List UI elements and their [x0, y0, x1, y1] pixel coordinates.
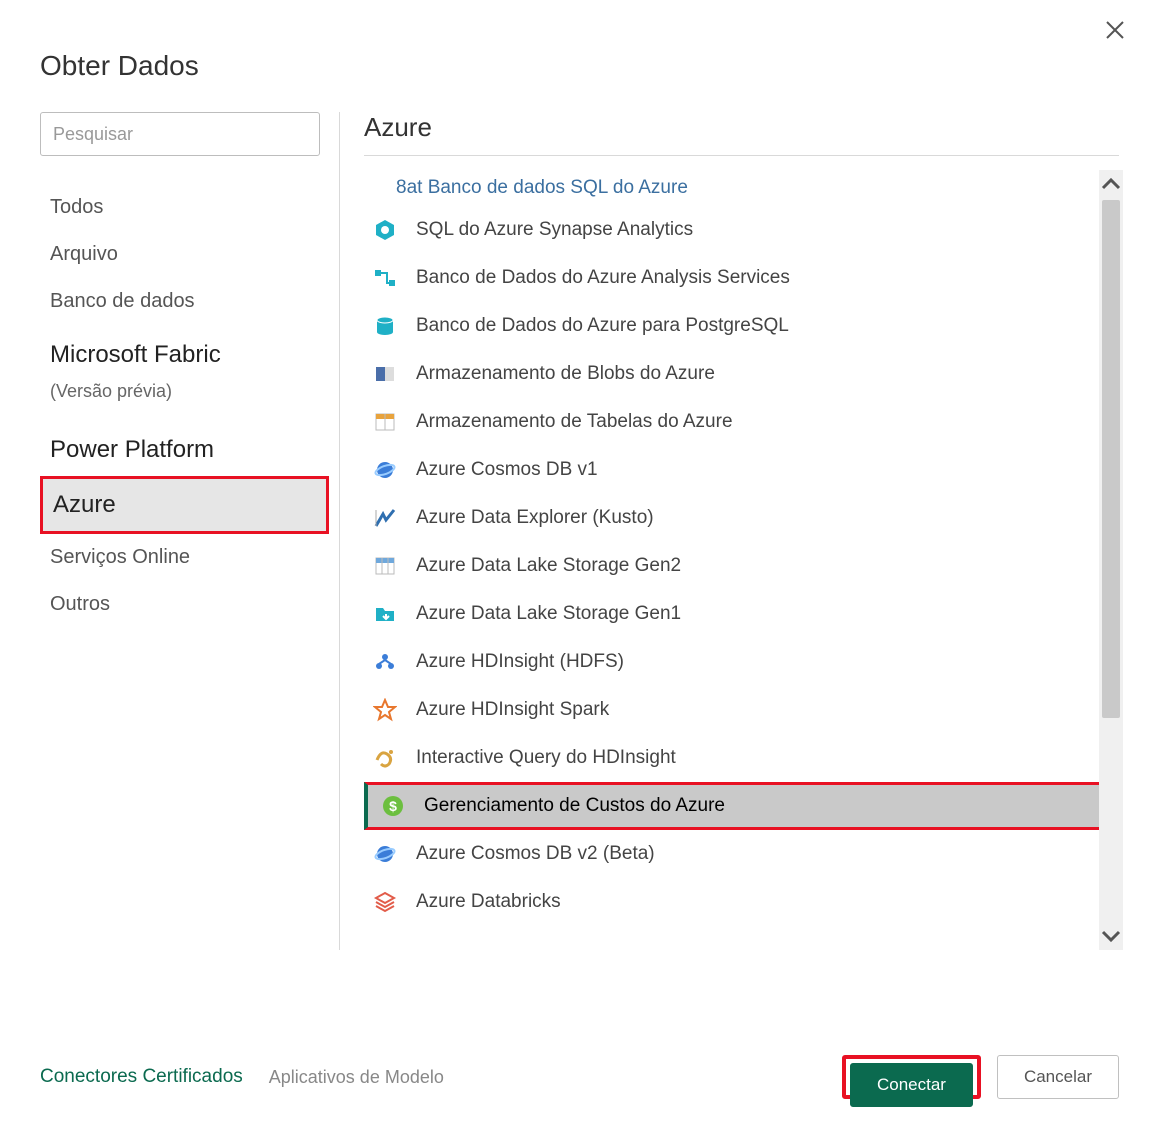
svg-text:$: $ — [389, 798, 397, 814]
list-item-label: Azure Data Lake Storage Gen1 — [416, 603, 681, 625]
list-item[interactable]: Banco de Dados do Azure para PostgreSQL — [364, 302, 1119, 350]
stack-red-icon — [372, 889, 398, 915]
footer: Conectores Certificados Aplicativos de M… — [40, 1055, 1119, 1099]
cosmos-icon — [372, 457, 398, 483]
list-item[interactable]: Azure HDInsight Spark — [364, 686, 1119, 734]
chevron-down-icon — [1099, 923, 1123, 947]
scrollbar-thumb[interactable] — [1102, 200, 1120, 718]
scroll-up-button[interactable] — [1099, 170, 1123, 200]
flow-teal-icon — [372, 265, 398, 291]
list-item-label: SQL do Azure Synapse Analytics — [416, 219, 693, 241]
cosmos-icon — [372, 841, 398, 867]
connect-button-highlight: Conectar — [842, 1055, 981, 1099]
list-item-label: Gerenciamento de Custos do Azure — [424, 795, 725, 817]
scrollbar-track[interactable] — [1099, 200, 1123, 920]
close-button[interactable] — [1103, 18, 1127, 49]
connector-list: 8at Banco de dados SQL do Azure SQL do Az… — [364, 170, 1119, 950]
list-item-label: Banco de Dados do Azure para PostgreSQL — [416, 315, 789, 337]
list-item-label: Azure HDInsight (HDFS) — [416, 651, 624, 673]
list-item[interactable]: Banco de Dados do Azure Analysis Service… — [364, 254, 1119, 302]
list-item[interactable]: Interactive Query do HDInsight — [364, 734, 1119, 782]
sidebar-category-outros[interactable]: Outros — [40, 581, 329, 628]
main-panel: Azure 8at Banco de dados SQL do Azure SQL… — [340, 112, 1119, 950]
sidebar-category-power-platform[interactable]: Power Platform — [40, 420, 329, 476]
scroll-down-button[interactable] — [1099, 920, 1123, 950]
list-item-label: Azure HDInsight Spark — [416, 699, 609, 721]
list-item[interactable]: $ Gerenciamento de Custos do Azure — [364, 782, 1119, 830]
list-item[interactable]: SQL do Azure Synapse Analytics — [364, 206, 1119, 254]
cluster-blue-icon — [372, 649, 398, 675]
list-item[interactable]: Azure HDInsight (HDFS) — [364, 638, 1119, 686]
list-item[interactable]: Azure Cosmos DB v1 — [364, 446, 1119, 494]
list-item[interactable]: Azure Data Lake Storage Gen1 — [364, 590, 1119, 638]
list-item[interactable]: Azure Data Explorer (Kusto) — [364, 494, 1119, 542]
list-item-label: Azure Databricks — [416, 891, 561, 913]
db-teal-icon — [372, 313, 398, 339]
list-item-label: Armazenamento de Tabelas do Azure — [416, 411, 733, 433]
list-item-label: Azure Cosmos DB v1 — [416, 459, 598, 481]
table-blue-icon — [372, 553, 398, 579]
table-yellow-icon — [372, 409, 398, 435]
list-item[interactable]: Armazenamento de Blobs do Azure — [364, 350, 1119, 398]
list-item[interactable]: Azure Cosmos DB v2 (Beta) — [364, 830, 1119, 878]
list-item[interactable]: Armazenamento de Tabelas do Azure — [364, 398, 1119, 446]
list-item-label: Armazenamento de Blobs do Azure — [416, 363, 715, 385]
dialog-title: Obter Dados — [40, 50, 1119, 82]
list-item[interactable]: Azure Data Lake Storage Gen2 — [364, 542, 1119, 590]
list-item-partial[interactable]: 8at Banco de dados SQL do Azure — [364, 170, 1119, 206]
swirl-gold-icon — [372, 745, 398, 771]
sidebar-category-arquivo[interactable]: Arquivo — [40, 231, 329, 278]
sidebar-category-banco-de-dados[interactable]: Banco de dados — [40, 278, 329, 325]
scrollbar[interactable] — [1099, 170, 1123, 950]
close-icon — [1103, 18, 1127, 48]
list-item-label: Azure Data Explorer (Kusto) — [416, 507, 654, 529]
sidebar: TodosArquivoBanco de dadosMicrosoft Fabr… — [40, 112, 340, 950]
chevron-up-icon — [1099, 173, 1123, 197]
sidebar-category-azure[interactable]: Azure — [40, 476, 329, 534]
blob-icon — [372, 361, 398, 387]
list-item-label: Banco de Dados do Azure Analysis Service… — [416, 267, 790, 289]
list-item[interactable]: Azure Databricks — [364, 878, 1119, 926]
kusto-icon — [372, 505, 398, 531]
sidebar-category--vers-o-pr-via-[interactable]: (Versão prévia) — [40, 381, 329, 420]
star-orange-icon — [372, 697, 398, 723]
list-item-label: Interactive Query do HDInsight — [416, 747, 676, 769]
sidebar-category-todos[interactable]: Todos — [40, 184, 329, 231]
folder-teal-icon — [372, 601, 398, 627]
cancel-button[interactable]: Cancelar — [997, 1055, 1119, 1099]
panel-title: Azure — [364, 112, 1119, 156]
list-item-label: Azure Data Lake Storage Gen2 — [416, 555, 681, 577]
template-apps-link[interactable]: Aplicativos de Modelo — [269, 1067, 444, 1088]
certified-connectors-link[interactable]: Conectores Certificados — [40, 1066, 243, 1088]
search-input[interactable] — [40, 112, 320, 156]
sidebar-category-microsoft-fabric[interactable]: Microsoft Fabric — [40, 325, 329, 381]
dollar-green-icon: $ — [380, 793, 406, 819]
connect-button[interactable]: Conectar — [850, 1063, 973, 1107]
hex-teal-icon — [372, 217, 398, 243]
sidebar-category-servi-os-online[interactable]: Serviços Online — [40, 534, 329, 581]
list-item-label: Azure Cosmos DB v2 (Beta) — [416, 843, 655, 865]
get-data-dialog: Obter Dados TodosArquivoBanco de dadosMi… — [0, 0, 1159, 1125]
